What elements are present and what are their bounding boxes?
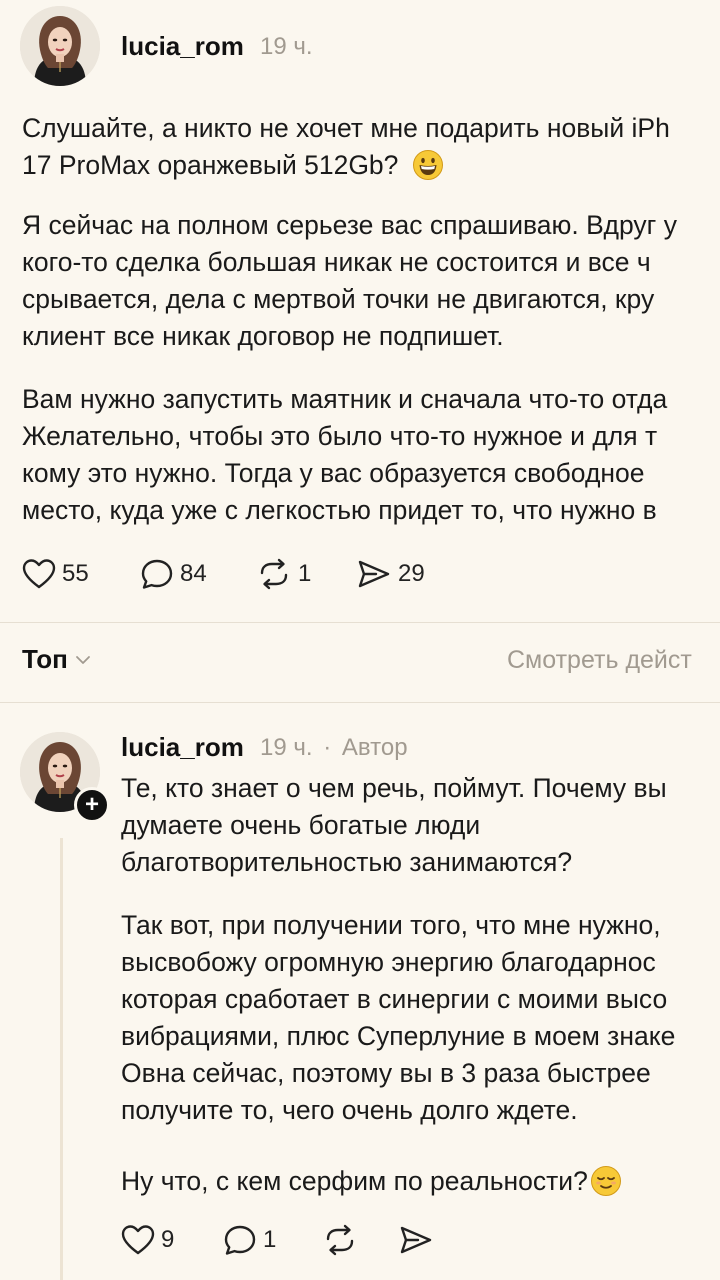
post-line: Вам нужно запустить маятник и сначала чт… (22, 384, 668, 414)
reply-like-button[interactable]: 9 (121, 1224, 174, 1256)
follow-plus-button[interactable]: + (74, 787, 110, 823)
reply-paragraph-1: Те, кто знает о чем речь, поймут. Почему… (121, 770, 720, 881)
post-line: клиент все никак договор не подпишет. (22, 321, 504, 351)
like-count: 55 (62, 560, 89, 587)
grinning-face-emoji-icon (412, 150, 443, 180)
post-line: кого-то сделка большая никак не состоитс… (22, 247, 651, 277)
reply-line: Так вот, при получении того, что мне нуж… (121, 910, 661, 940)
reply-line: которая сработает в синергии с моими выс… (121, 984, 668, 1014)
share-count: 29 (398, 560, 425, 587)
comment-bubble-icon (141, 559, 173, 589)
post-line: срывается, дела с мертвой точки не двига… (22, 284, 655, 314)
relieved-face-emoji-icon (590, 1166, 621, 1196)
heart-icon (22, 559, 56, 589)
post-line: 17 ProMax оранжевый 512Gb? (22, 147, 720, 184)
repost-icon (326, 1224, 354, 1256)
post-line-text: 17 ProMax оранжевый 512Gb? (22, 150, 399, 180)
post-author-avatar[interactable] (20, 6, 100, 86)
reply-line: Ну что, с кем серфим по реальности? (121, 1163, 720, 1200)
post-paragraph-2: Я сейчас на полном серьезе вас спрашиваю… (22, 207, 720, 355)
repost-count: 1 (298, 560, 312, 587)
post-timestamp: 19 ч. (260, 33, 313, 60)
post-paragraph-1: Слушайте, а никто не хочет мне подарить … (22, 110, 720, 184)
post-line: место, куда уже с легкостью придет то, ч… (22, 495, 657, 525)
reply-line: благотворительностью занимаются? (121, 847, 573, 877)
comments-bar-divider (0, 702, 720, 703)
comments-sort-dropdown[interactable]: Топ (22, 644, 92, 675)
reply-like-count: 9 (161, 1226, 175, 1253)
reply-line: Овна сейчас, поэтому вы в 3 раза быстрее (121, 1058, 651, 1088)
send-icon (358, 560, 390, 588)
reply-username[interactable]: lucia_rom (121, 732, 244, 763)
send-icon (400, 1226, 432, 1254)
reply-paragraph-2: Так вот, при получении того, что мне нуж… (121, 907, 720, 1129)
repost-icon (260, 558, 288, 590)
repost-button[interactable]: 1 (256, 558, 311, 590)
reply-comment-button[interactable]: 1 (223, 1224, 276, 1256)
reply-line: получите то, чего очень долго ждете. (121, 1095, 578, 1125)
post-username[interactable]: lucia_rom (121, 31, 244, 62)
post-paragraph-3: Вам нужно запустить маятник и сначала чт… (22, 381, 720, 529)
post-line: кому это нужно. Тогда у вас образуется с… (22, 458, 645, 488)
reply-paragraph-3: Ну что, с кем серфим по реальности? (121, 1163, 720, 1200)
reply-timestamp: 19 ч. (260, 734, 313, 761)
post-divider (0, 622, 720, 623)
share-button[interactable]: 29 (356, 558, 425, 590)
reply-repost-button[interactable] (322, 1224, 358, 1256)
view-actions-link[interactable]: Смотреть дейст (507, 646, 692, 675)
author-badge: Автор (341, 734, 408, 761)
comment-bubble-icon (224, 1225, 256, 1255)
reply-line: высвобожу огромную энергию благодарнос (121, 947, 656, 977)
reply-line: Те, кто знает о чем речь, поймут. Почему… (121, 773, 667, 803)
avatar-illustration (20, 6, 100, 86)
like-button[interactable]: 55 (22, 558, 89, 590)
reply-meta: 19 ч. · Автор (260, 734, 408, 762)
app-screen: lucia_rom 19 ч. Слушайте, а никто не хоч… (0, 0, 720, 1280)
reply-line-text: Ну что, с кем серфим по реальности? (121, 1166, 588, 1196)
sort-label: Топ (22, 644, 68, 674)
meta-separator: · (323, 734, 332, 761)
reply-thread-line (60, 838, 63, 1280)
reply-comment-count: 1 (263, 1226, 277, 1253)
reply-line: думаете очень богатые люди (121, 810, 481, 840)
comment-button[interactable]: 84 (140, 558, 207, 590)
comment-count: 84 (180, 560, 207, 587)
post-line: Слушайте, а никто не хочет мне подарить … (22, 113, 670, 143)
post-line: Я сейчас на полном серьезе вас спрашиваю… (22, 210, 677, 240)
post-line: Желательно, чтобы это было что-то нужное… (22, 421, 658, 451)
chevron-down-icon (75, 655, 90, 664)
reply-share-button[interactable] (398, 1224, 434, 1256)
heart-icon (121, 1225, 155, 1255)
reply-line: вибрациями, плюс Суперлуние в моем знаке (121, 1021, 676, 1051)
